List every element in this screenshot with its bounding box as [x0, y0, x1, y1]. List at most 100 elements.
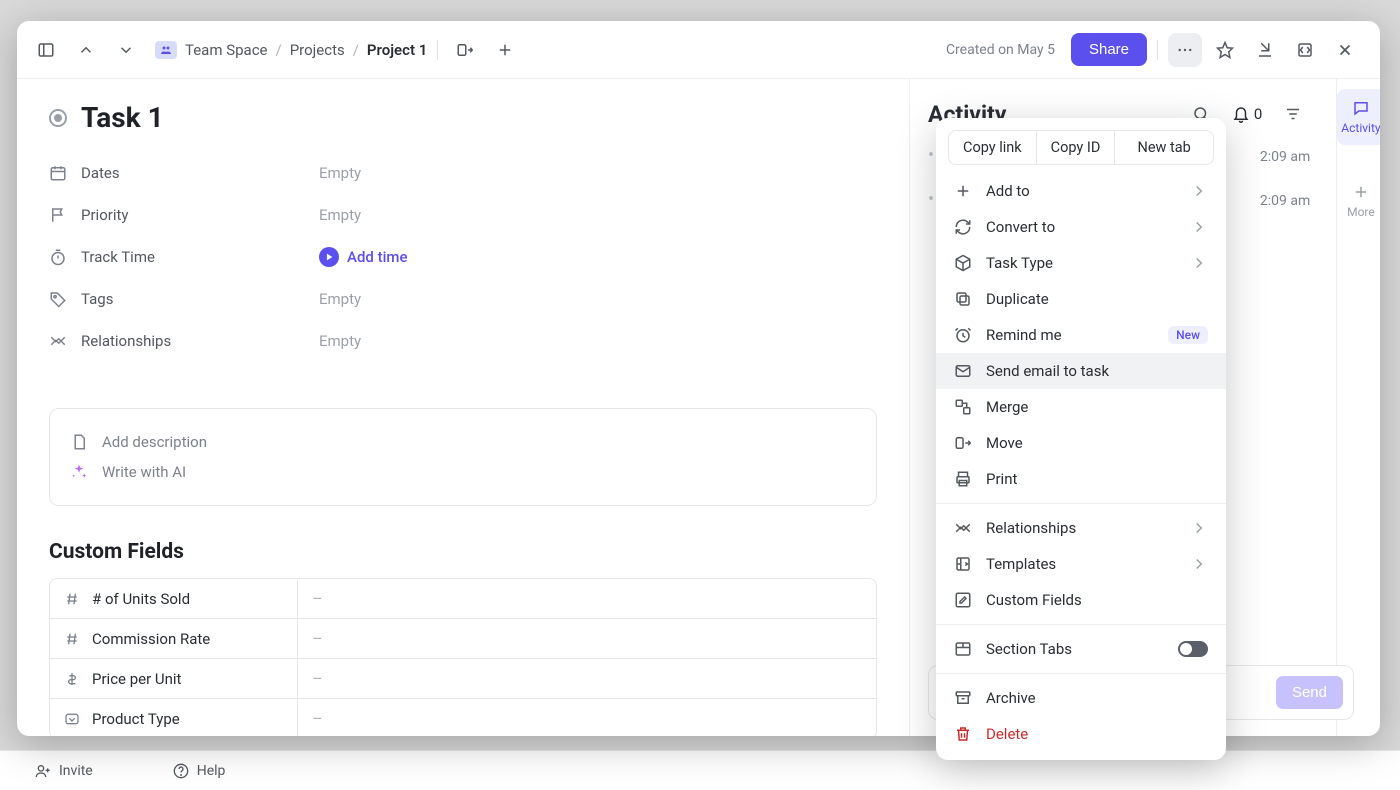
field-priority[interactable]: Priority Empty: [49, 194, 877, 236]
task-title[interactable]: Task 1: [81, 101, 164, 134]
menu-add-to[interactable]: Add to: [936, 173, 1226, 209]
menu-item-label: Templates: [986, 555, 1056, 573]
tag-icon: [49, 290, 67, 308]
created-on-text: Created on May 5: [946, 42, 1055, 58]
help-button[interactable]: Help: [173, 763, 226, 779]
separator: [437, 40, 438, 60]
menu-copy-link[interactable]: Copy link: [949, 131, 1037, 164]
field-relationships[interactable]: Relationships Empty: [49, 320, 877, 362]
filter-icon: [1284, 105, 1302, 123]
menu-merge[interactable]: Merge: [936, 389, 1226, 425]
menu-item-label: Move: [986, 434, 1023, 452]
field-dates[interactable]: Dates Empty: [49, 152, 877, 194]
hash-icon: [64, 591, 80, 607]
menu-send-email[interactable]: Send email to task: [936, 353, 1226, 389]
expand-button[interactable]: [1288, 33, 1322, 67]
move-task-button[interactable]: [448, 33, 482, 67]
custom-field-row[interactable]: Price per Unit –: [50, 659, 876, 699]
chat-icon: [1352, 99, 1370, 117]
menu-relationships[interactable]: Relationships: [936, 510, 1226, 546]
help-label: Help: [197, 763, 226, 779]
breadcrumb-space[interactable]: Team Space: [185, 41, 268, 59]
sidebar-toggle-button[interactable]: [29, 33, 63, 67]
menu-item-label: Custom Fields: [986, 591, 1082, 609]
menu-duplicate[interactable]: Duplicate: [936, 281, 1226, 317]
layout-icon: [954, 640, 972, 658]
menu-copy-id[interactable]: Copy ID: [1037, 131, 1116, 164]
field-value: Empty: [319, 332, 361, 350]
custom-field-value: –: [298, 579, 876, 618]
prev-task-button[interactable]: [69, 33, 103, 67]
field-tracktime[interactable]: Track Time Add time: [49, 236, 877, 278]
menu-convert-to[interactable]: Convert to: [936, 209, 1226, 245]
next-task-button[interactable]: [109, 33, 143, 67]
section-tabs-toggle[interactable]: [1178, 641, 1208, 657]
log-time: 2:09 am: [1260, 193, 1310, 209]
field-value: Empty: [319, 206, 361, 224]
custom-field-row[interactable]: Commission Rate –: [50, 619, 876, 659]
panel-icon: [37, 41, 55, 59]
menu-move[interactable]: Move: [936, 425, 1226, 461]
flag-icon: [49, 206, 67, 224]
document-icon: [70, 433, 88, 451]
share-button[interactable]: Share: [1071, 33, 1147, 66]
more-icon: [1176, 41, 1194, 59]
favorite-button[interactable]: [1208, 33, 1242, 67]
menu-archive[interactable]: Archive: [936, 680, 1226, 716]
plus-icon: [1352, 183, 1370, 201]
add-description-button[interactable]: Add description: [70, 427, 856, 457]
menu-delete[interactable]: Delete: [936, 716, 1226, 752]
stopwatch-icon: [49, 248, 67, 266]
more-actions-button[interactable]: [1168, 33, 1202, 67]
menu-templates[interactable]: Templates: [936, 546, 1226, 582]
menu-new-tab[interactable]: New tab: [1115, 131, 1213, 164]
breadcrumb-current[interactable]: Project 1: [367, 41, 427, 59]
notifications-button[interactable]: 0: [1232, 105, 1262, 123]
breadcrumb-projects[interactable]: Projects: [290, 41, 345, 59]
menu-item-label: Remind me: [986, 326, 1062, 344]
custom-field-row[interactable]: # of Units Sold –: [50, 579, 876, 619]
menu-item-label: Merge: [986, 398, 1028, 416]
add-description-label: Add description: [102, 433, 207, 451]
send-button[interactable]: Send: [1276, 676, 1343, 709]
chevron-right-icon: [1190, 182, 1208, 200]
menu-item-label: Archive: [986, 689, 1036, 707]
add-time-label: Add time: [347, 248, 408, 266]
new-badge: New: [1168, 326, 1208, 344]
menu-item-label: Send email to task: [986, 362, 1109, 380]
print-icon: [954, 470, 972, 488]
add-time-button[interactable]: Add time: [319, 247, 408, 267]
menu-item-label: Task Type: [986, 254, 1053, 272]
expand-icon: [1296, 41, 1314, 59]
field-label-text: Track Time: [81, 248, 155, 266]
hash-icon: [64, 631, 80, 647]
custom-field-name: Price per Unit: [92, 670, 181, 688]
field-tags[interactable]: Tags Empty: [49, 278, 877, 320]
write-with-ai-label: Write with AI: [102, 463, 186, 481]
field-value: Empty: [319, 290, 361, 308]
rail-more-tab[interactable]: More: [1343, 173, 1379, 229]
activity-filter-button[interactable]: [1276, 97, 1310, 131]
chevron-up-icon: [77, 41, 95, 59]
write-with-ai-button[interactable]: Write with AI: [70, 457, 856, 487]
collapse-button[interactable]: [1248, 33, 1282, 67]
close-button[interactable]: [1328, 33, 1362, 67]
menu-task-type[interactable]: Task Type: [936, 245, 1226, 281]
custom-field-row[interactable]: Product Type –: [50, 699, 876, 736]
custom-fields-table: # of Units Sold – Commission Rate – Pric…: [49, 578, 877, 736]
custom-fields-heading: Custom Fields: [49, 540, 877, 564]
menu-remind-me[interactable]: Remind me New: [936, 317, 1226, 353]
new-subtask-button[interactable]: [488, 33, 522, 67]
copy-icon: [954, 290, 972, 308]
menu-custom-fields[interactable]: Custom Fields: [936, 582, 1226, 618]
status-indicator[interactable]: [49, 109, 67, 127]
invite-button[interactable]: Invite: [35, 763, 93, 779]
right-rail: Activity More: [1337, 79, 1380, 736]
rail-activity-tab[interactable]: Activity: [1337, 89, 1380, 145]
menu-item-label: Section Tabs: [986, 640, 1072, 658]
menu-print[interactable]: Print: [936, 461, 1226, 497]
menu-divider: [936, 673, 1226, 674]
rail-more-label: More: [1347, 205, 1375, 219]
chevron-right-icon: [1190, 254, 1208, 272]
menu-section-tabs[interactable]: Section Tabs: [936, 631, 1226, 667]
